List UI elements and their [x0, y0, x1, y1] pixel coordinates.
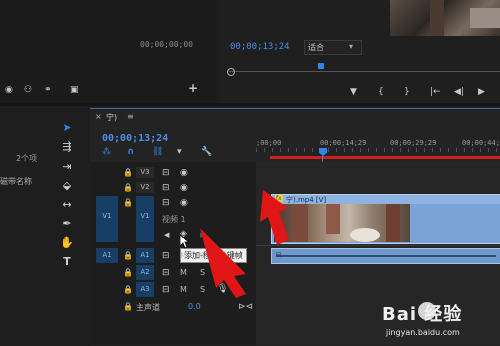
- track-v2-header: 🔒 V2 ⊟ ◉: [96, 181, 256, 195]
- add-marker-icon[interactable]: ▾: [177, 147, 182, 157]
- ruler-label: ;00;00: [256, 139, 282, 147]
- linked-selection-icon[interactable]: ⛓: [152, 147, 163, 157]
- lock-icon[interactable]: 🔒: [123, 168, 133, 178]
- project-panel: [0, 106, 52, 345]
- eye-icon[interactable]: ◉: [180, 168, 188, 178]
- program-transport: ▼ { } |← ◀| ▶: [340, 87, 500, 99]
- work-area-bar[interactable]: [270, 156, 500, 159]
- wrench-icon[interactable]: 🔧: [201, 147, 212, 157]
- eye-icon[interactable]: ◉: [180, 198, 188, 208]
- tools-panel: ➤ ⇶ ⇥ ⬙ ↔ ✒ ✋ T: [56, 118, 80, 268]
- project-item-count: 2个项: [16, 154, 38, 163]
- preview-frame-detail: [430, 0, 444, 36]
- add-marker-icon[interactable]: ▼: [350, 87, 357, 97]
- chevron-down-icon: ▾: [349, 42, 354, 51]
- track-v3-target[interactable]: V3: [136, 167, 154, 178]
- nest-icon[interactable]: ⁂: [102, 147, 111, 157]
- program-scrubber[interactable]: [227, 62, 500, 76]
- toggle-sync-icon[interactable]: ⊟: [162, 183, 170, 193]
- preview-frame-detail: [470, 8, 500, 28]
- go-to-in-icon[interactable]: |←: [430, 87, 441, 97]
- playhead-marker-icon[interactable]: [318, 63, 324, 69]
- lock-icon[interactable]: 🔒: [123, 268, 133, 278]
- ruler-ticks: [256, 148, 500, 152]
- tape-name-column[interactable]: 磁带名称: [0, 176, 32, 187]
- source-controls: ◉ ⚇ ⚭ ▣ +: [0, 82, 216, 97]
- ruler-label: 00;00;44;28: [462, 139, 500, 147]
- sequence-tab-title[interactable]: 宁): [106, 112, 117, 123]
- lock-icon[interactable]: 🔒: [123, 183, 133, 193]
- lock-icon[interactable]: 🔒: [123, 285, 133, 295]
- program-timecode: 00;00;13;24: [230, 42, 290, 52]
- camera-icon[interactable]: ▣: [70, 85, 79, 95]
- timeline-timecode[interactable]: 00;00;13;24: [102, 133, 168, 144]
- mute-button[interactable]: M: [180, 251, 187, 260]
- watermark: Bai 经验 jingyan.baidu.com: [378, 298, 498, 342]
- link-icon[interactable]: ⚭: [44, 85, 52, 95]
- fit-dropdown[interactable]: 适合 ▾: [304, 40, 362, 55]
- track-a2-target[interactable]: A2: [136, 265, 154, 280]
- type-tool-icon[interactable]: T: [60, 255, 74, 269]
- play-icon[interactable]: ▶: [478, 87, 485, 97]
- watermark-brand: Bai 经验: [382, 304, 463, 325]
- mute-button[interactable]: M: [180, 268, 187, 277]
- red-arrow-upper: [260, 190, 289, 245]
- toggle-sync-icon[interactable]: ⊟: [162, 168, 170, 178]
- slip-tool-icon[interactable]: ↔: [60, 198, 74, 212]
- source-timecode: 00;00;00;00: [140, 40, 193, 49]
- eye-icon[interactable]: ◉: [180, 183, 188, 193]
- track-a3-target[interactable]: A3: [136, 282, 154, 297]
- lock-icon[interactable]: 🔒: [123, 302, 133, 312]
- ripple-edit-tool-icon[interactable]: ⇥: [60, 160, 74, 174]
- toggle-sync-icon[interactable]: ⊟: [162, 251, 170, 261]
- scrubber-track: [228, 71, 500, 72]
- mouse-cursor-icon: [180, 235, 190, 249]
- drag-video-icon[interactable]: ◉: [5, 85, 13, 95]
- drag-audio-icon[interactable]: ⚇: [24, 85, 32, 95]
- track-v3-header: 🔒 V3 ⊟ ◉: [96, 166, 256, 180]
- hand-tool-icon[interactable]: ✋: [60, 236, 74, 250]
- thumbnail-pillar: [386, 204, 400, 242]
- toggle-sync-icon[interactable]: ⊟: [162, 198, 170, 208]
- ruler-label: 00;00;29;29: [390, 139, 437, 147]
- add-button[interactable]: +: [188, 82, 198, 94]
- track-select-tool-icon[interactable]: ⇶: [60, 140, 74, 154]
- step-back-icon[interactable]: ◀|: [454, 87, 464, 97]
- scrubber-start-knob[interactable]: [227, 68, 235, 76]
- mark-in-icon[interactable]: {: [378, 87, 384, 97]
- annotation-arrow-lower: [200, 228, 246, 298]
- track-v1-name: 视频 1: [162, 215, 186, 224]
- track-a1-source[interactable]: A1: [96, 248, 118, 263]
- lock-icon[interactable]: 🔒: [123, 198, 133, 208]
- timeline-toolbar: ⁂ ∩ ⛓ ▾ 🔧: [100, 147, 220, 159]
- panel-divider: [0, 103, 500, 106]
- go-to-end-icon[interactable]: ⊳⊲: [238, 302, 253, 312]
- annotation-arrows: [260, 190, 289, 245]
- time-ruler[interactable]: ;00;00 00;00;14;29 00;00;29;29 00;00;44;…: [256, 134, 500, 162]
- toggle-sync-icon[interactable]: ⊟: [162, 268, 170, 278]
- mark-out-icon[interactable]: }: [404, 87, 410, 97]
- razor-tool-icon[interactable]: ⬙: [60, 179, 74, 193]
- track-a1-target[interactable]: A1: [136, 248, 154, 263]
- watermark-url: jingyan.baidu.com: [386, 328, 460, 337]
- selection-tool-icon[interactable]: ➤: [60, 121, 74, 135]
- prev-keyframe-icon[interactable]: ◀: [164, 230, 169, 240]
- track-v1-source[interactable]: V1: [96, 196, 118, 242]
- mute-button[interactable]: M: [180, 285, 187, 294]
- program-video-preview: [390, 0, 500, 36]
- master-track-header: 🔒 主声道 0.0 ⊳⊲: [96, 300, 256, 314]
- close-sequence-icon[interactable]: ×: [95, 112, 102, 121]
- track-v2-target[interactable]: V2: [136, 182, 154, 193]
- snap-icon[interactable]: ∩: [127, 147, 134, 157]
- pen-tool-icon[interactable]: ✒: [60, 217, 74, 231]
- fit-dropdown-label: 适合: [308, 43, 324, 52]
- master-volume-value[interactable]: 0.0: [188, 302, 201, 311]
- ruler-label: 00;00;14;29: [320, 139, 367, 147]
- lock-icon[interactable]: 🔒: [123, 251, 133, 261]
- track-v1-target[interactable]: V1: [136, 196, 154, 242]
- toggle-sync-icon[interactable]: ⊟: [162, 285, 170, 295]
- master-track-label: 主声道: [136, 303, 160, 312]
- thumbnail-stone: [350, 228, 380, 242]
- panel-menu-icon[interactable]: ≡: [127, 112, 134, 121]
